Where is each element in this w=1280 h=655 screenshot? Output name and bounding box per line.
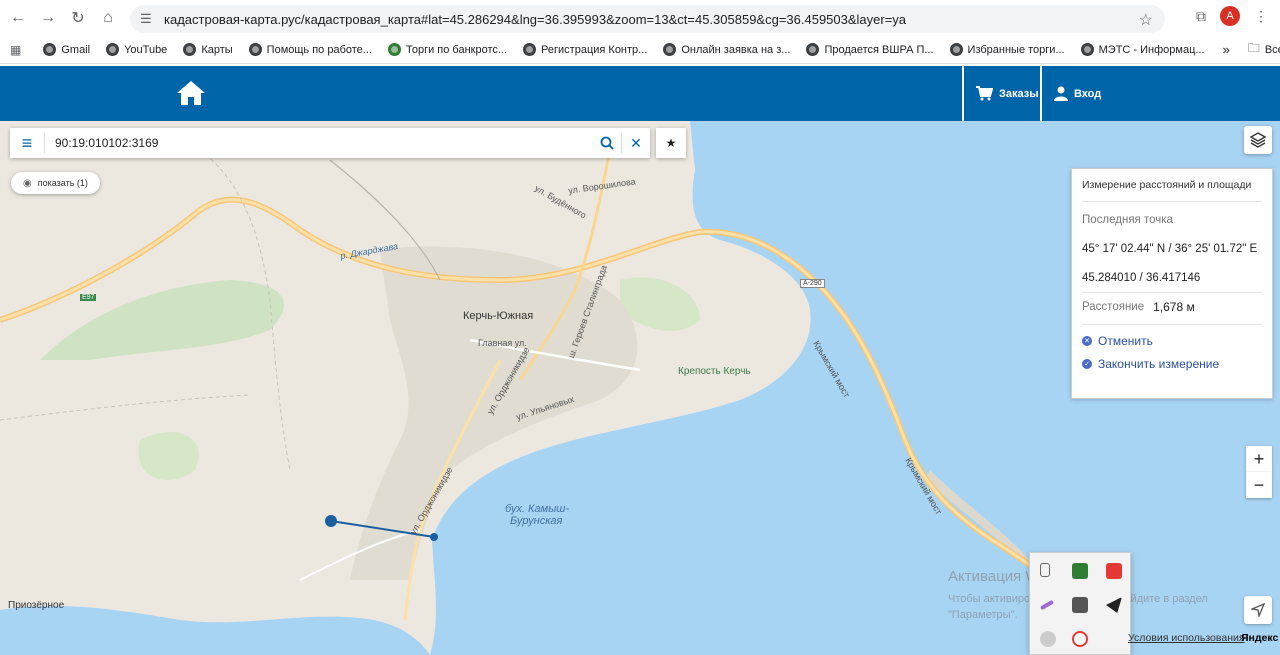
dms-coordinates: 45° 17' 02.44" N / 36° 25' 01.72" E	[1082, 242, 1258, 255]
speaker-mute-icon[interactable]	[1106, 563, 1122, 579]
map-label: A-290	[800, 279, 825, 288]
bookmark-item[interactable]: Избранные торги...	[942, 43, 1073, 56]
bookmark-item[interactable]: Регистрация Контр...	[515, 43, 655, 56]
check-icon: ✓	[1082, 358, 1092, 369]
site-header: Заказы Вход	[0, 66, 1280, 121]
forward-icon[interactable]: →	[33, 3, 63, 33]
globe-icon	[1080, 43, 1094, 56]
search-icon[interactable]	[593, 136, 621, 150]
map-label: Керчь-Южная	[463, 310, 534, 322]
yandex-logo[interactable]: Яндекс	[1241, 632, 1278, 644]
globe-icon	[523, 43, 537, 56]
bookmark-item[interactable]: Продается ВШРА П...	[798, 43, 941, 56]
system-tray-popup	[1029, 552, 1131, 655]
layers-button[interactable]	[1244, 126, 1272, 154]
navigation-arrow-icon	[1251, 603, 1265, 617]
zoom-out-button[interactable]: −	[1246, 472, 1272, 498]
distance-label: Расстояние	[1082, 301, 1145, 313]
distance-value: 1,678 м	[1153, 300, 1195, 314]
home-icon[interactable]	[176, 79, 206, 107]
url-text: кадастровая-карта.рус/кадастровая_карта#…	[164, 11, 907, 27]
orders-button[interactable]: Заказы	[962, 66, 1042, 121]
pen-icon[interactable]	[1039, 599, 1055, 611]
finish-measure-button[interactable]: ✓ Закончить измерение	[1082, 352, 1262, 375]
last-point-label: Последняя точка	[1082, 213, 1173, 226]
apps-grid-icon[interactable]: ▦	[0, 43, 31, 57]
globe-icon	[183, 43, 197, 56]
globe-icon	[248, 43, 262, 56]
address-bar[interactable]: ☰ кадастровая-карта.рус/кадастровая_карт…	[130, 5, 1165, 33]
avatar[interactable]: A	[1220, 6, 1240, 26]
bookmark-item[interactable]: YouTube	[98, 43, 175, 56]
globe-icon	[106, 43, 120, 56]
usb-icon[interactable]	[1040, 563, 1050, 577]
yandex-browser-icon[interactable]	[1072, 631, 1088, 647]
more-bookmarks-button[interactable]: »	[1213, 42, 1240, 57]
login-button[interactable]: Вход	[1040, 66, 1120, 121]
cart-icon	[976, 86, 993, 101]
bookmarks-bar: ▦ Gmail YouTube Карты Помощь по работе..…	[0, 36, 1280, 64]
globe-icon	[663, 43, 677, 56]
zoom-in-button[interactable]: +	[1246, 446, 1272, 472]
bookmark-item[interactable]: Gmail	[35, 43, 98, 56]
site-settings-icon[interactable]: ☰	[140, 11, 156, 27]
decimal-coordinates: 45.284010 / 36.417146	[1082, 271, 1201, 284]
extensions-icon[interactable]: ⧉	[1196, 8, 1206, 25]
user-icon	[1054, 86, 1068, 101]
globe-icon	[806, 43, 820, 56]
folder-icon: 🗀	[1247, 41, 1260, 55]
browser-tray-icon[interactable]	[1040, 631, 1056, 647]
show-results-button[interactable]: ◉ показать (1)	[11, 172, 100, 194]
measure-start-point	[325, 515, 337, 527]
kebab-menu-icon[interactable]: ⋮	[1254, 8, 1268, 25]
measure-end-point	[430, 533, 438, 541]
cancel-icon: ✕	[1082, 335, 1092, 346]
home-browser-icon[interactable]: ⌂	[93, 3, 123, 33]
bookmark-star-icon[interactable]: ☆	[1139, 10, 1153, 30]
globe-icon	[387, 43, 401, 56]
favorite-star-button[interactable]: ★	[656, 128, 686, 158]
geolocation-button[interactable]	[1244, 596, 1272, 624]
map-label: Главная ул.	[478, 338, 527, 348]
bookmark-item[interactable]: Карты	[175, 43, 240, 56]
bookmark-item[interactable]: Торги по банкротс...	[380, 43, 515, 56]
map-label: Крепость Керчь	[678, 366, 751, 377]
all-bookmarks-button[interactable]: 🗀Все закладки	[1240, 39, 1280, 60]
bookmark-item[interactable]: Онлайн заявка на з...	[655, 43, 798, 56]
map-label: бух. Камыш-	[505, 503, 570, 515]
shield-icon[interactable]	[1072, 563, 1088, 579]
bookmark-item[interactable]: Помощь по работе...	[241, 43, 380, 56]
cancel-measure-button[interactable]: ✕ Отменить	[1082, 329, 1262, 352]
layers-icon	[1250, 132, 1266, 148]
menu-icon[interactable]: ≡	[10, 133, 44, 154]
map-label: Бурунская	[510, 515, 563, 527]
cadastral-search-input[interactable]	[45, 136, 593, 150]
panel-title: Измерение расстояний и площади	[1082, 169, 1262, 202]
back-icon[interactable]: ←	[3, 3, 33, 33]
telegram-icon[interactable]	[1106, 597, 1122, 613]
cadastral-search-bar: ≡ ✕	[10, 128, 650, 158]
map-label: Приозёрное	[8, 600, 65, 611]
browser-toolbar: ← → ↻ ⌂ ☰ кадастровая-карта.рус/кадастро…	[0, 0, 1280, 36]
reload-icon[interactable]: ↻	[63, 3, 93, 33]
globe-icon	[43, 43, 57, 56]
clear-icon[interactable]: ✕	[622, 135, 650, 152]
terms-of-use-link[interactable]: Условия использования	[1128, 632, 1245, 644]
measurement-panel: Измерение расстояний и площади Последняя…	[1071, 168, 1273, 399]
eye-icon: ◉	[23, 177, 32, 189]
map-label: E97	[80, 294, 97, 301]
globe-icon	[949, 43, 963, 56]
gear-tray-icon[interactable]	[1072, 597, 1088, 613]
bookmark-item[interactable]: МЭТС - Информац...	[1073, 43, 1213, 56]
